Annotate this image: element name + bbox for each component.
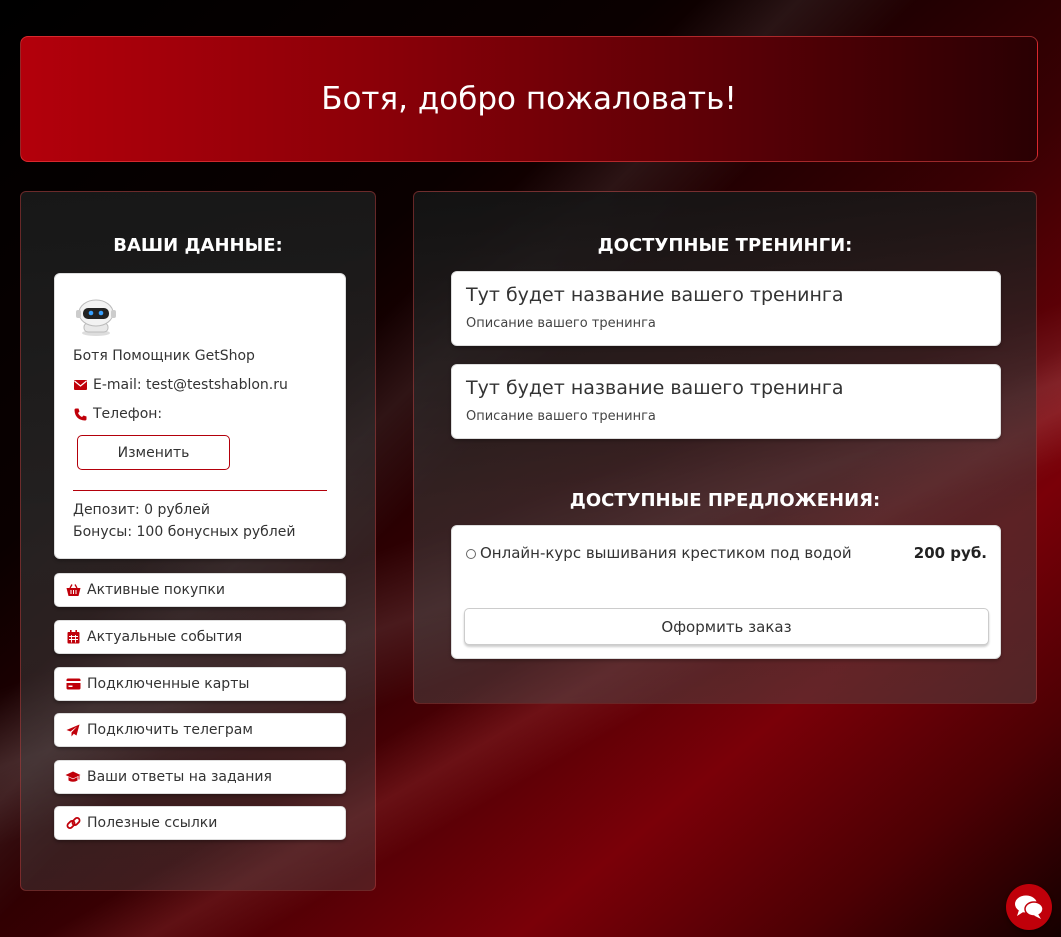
menu-label: Актуальные события — [87, 629, 243, 645]
offer-card: Онлайн-курс вышивания крестиком под водо… — [451, 525, 1001, 659]
chat-bubbles-icon — [1015, 895, 1044, 919]
profile-name: Ботя Помощник GetShop — [73, 348, 255, 364]
menu-useful-links[interactable]: Полезные ссылки — [54, 806, 346, 840]
trainings-title: ДОСТУПНЫЕ ТРЕНИНГИ: — [597, 235, 853, 256]
training-title: Тут будет название вашего тренинга — [466, 284, 844, 306]
training-description: Описание вашего тренинга — [466, 409, 656, 424]
user-data-title: ВАШИ ДАННЫЕ: — [113, 235, 283, 256]
offers-title: ДОСТУПНЫЕ ПРЕДЛОЖЕНИЯ: — [569, 490, 881, 511]
envelope-icon — [73, 378, 87, 392]
paper-plane-icon — [65, 722, 81, 738]
edit-profile-button[interactable]: Изменить — [77, 435, 230, 470]
training-description: Описание вашего тренинга — [466, 316, 656, 331]
user-data-panel: ВАШИ ДАННЫЕ: Ботя Помощник GetShop E-mai… — [20, 191, 376, 891]
menu-label: Подключенные карты — [87, 676, 250, 692]
welcome-title: Ботя, добро пожаловать! — [321, 81, 737, 117]
robot-avatar-icon — [76, 299, 116, 336]
offer-name[interactable]: Онлайн-курс вышивания крестиком под водо… — [480, 544, 852, 562]
email-label: E-mail: test@testshablon.ru — [93, 377, 288, 393]
offer-price: 200 руб. — [913, 544, 987, 562]
training-card[interactable]: Тут будет название вашего тренинга Описа… — [451, 271, 1001, 346]
basket-icon — [65, 582, 81, 598]
offer-radio[interactable] — [466, 549, 476, 559]
profile-card: Ботя Помощник GetShop E-mail: test@tests… — [54, 273, 346, 559]
deposit-text: Депозит: 0 рублей — [73, 502, 210, 518]
graduation-cap-icon — [65, 769, 81, 785]
email-row: E-mail: test@testshablon.ru — [73, 377, 288, 393]
menu-label: Ваши ответы на задания — [87, 769, 272, 785]
menu-label: Полезные ссылки — [87, 815, 218, 831]
menu-connected-cards[interactable]: Подключенные карты — [54, 667, 346, 701]
training-title: Тут будет название вашего тренинга — [466, 377, 844, 399]
menu-connect-telegram[interactable]: Подключить телеграм — [54, 713, 346, 747]
menu-current-events[interactable]: Актуальные события — [54, 620, 346, 654]
place-order-button[interactable]: Оформить заказ — [464, 608, 989, 645]
link-icon — [65, 815, 81, 831]
menu-task-answers[interactable]: Ваши ответы на задания — [54, 760, 346, 794]
phone-label: Телефон: — [93, 406, 163, 422]
profile-divider — [73, 490, 327, 491]
phone-icon — [73, 407, 87, 421]
trainings-panel: ДОСТУПНЫЕ ТРЕНИНГИ: Тут будет название в… — [413, 191, 1037, 704]
menu-active-purchases[interactable]: Активные покупки — [54, 573, 346, 607]
credit-card-icon — [65, 676, 81, 692]
chat-widget-button[interactable] — [1006, 884, 1052, 930]
menu-label: Подключить телеграм — [87, 722, 253, 738]
training-card[interactable]: Тут будет название вашего тренинга Описа… — [451, 364, 1001, 439]
welcome-banner: Ботя, добро пожаловать! — [20, 36, 1038, 162]
phone-row: Телефон: — [73, 406, 162, 422]
bonuses-text: Бонусы: 100 бонусных рублей — [73, 524, 296, 540]
calendar-icon — [65, 629, 81, 645]
menu-label: Активные покупки — [87, 582, 225, 598]
